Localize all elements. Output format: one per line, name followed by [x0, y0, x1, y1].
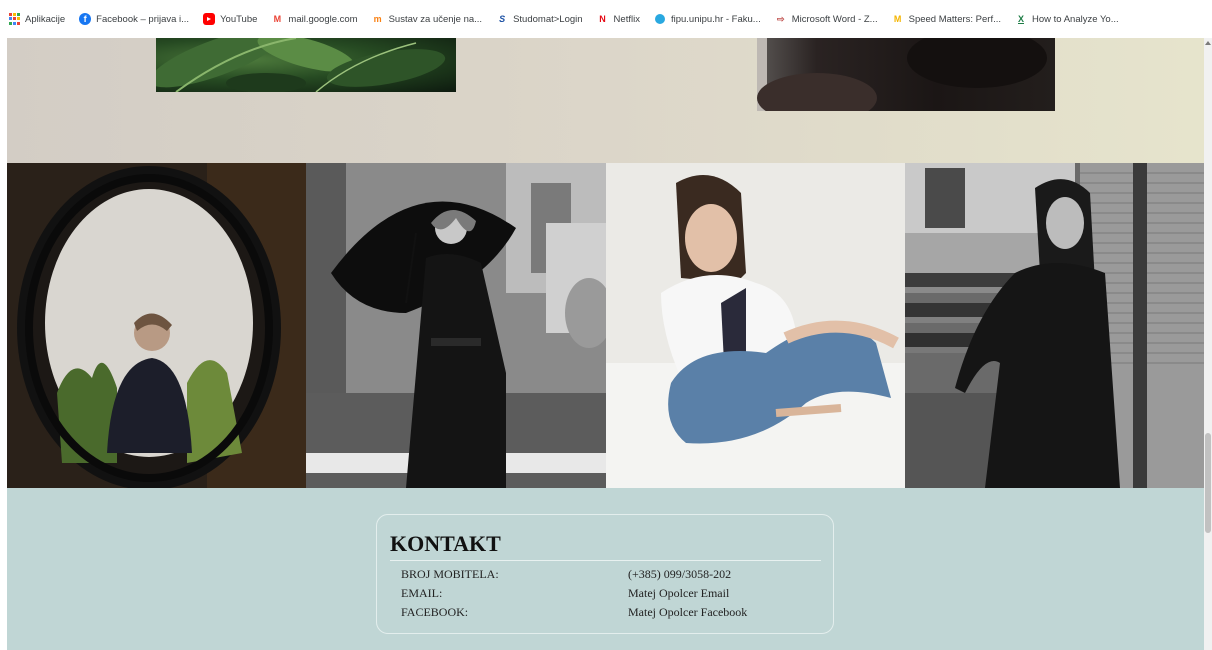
bookmark-youtube[interactable]: YouTube — [203, 13, 257, 25]
netflix-icon: N — [599, 14, 606, 24]
contact-row-email: EMAIL: Matej Opolcer Email — [390, 584, 821, 603]
speed-matters-icon: M — [893, 14, 902, 24]
bookmark-label: YouTube — [220, 13, 258, 25]
contact-section: KONTAKT BROJ MOBITELA: (+385) 099/3058-2… — [7, 488, 1204, 650]
bookmark-label: Facebook – prijava i... — [96, 13, 190, 25]
bookmark-label: mail.google.com — [288, 13, 358, 25]
bookmark-gmail[interactable]: M mail.google.com — [271, 13, 358, 25]
apps-grid-icon — [8, 13, 20, 25]
bookmark-label: Microsoft Word - Z... — [791, 13, 878, 25]
fipu-icon — [654, 13, 666, 25]
moodle-icon: m — [373, 14, 382, 24]
bookmark-label: How to Analyze Yo... — [1032, 13, 1119, 25]
youtube-icon — [203, 13, 216, 25]
vertical-scrollbar[interactable] — [1204, 38, 1212, 650]
bookmarks-bar: Aplikacije f Facebook – prijava i... You… — [0, 0, 1212, 38]
contact-label: FACEBOOK: — [401, 605, 469, 619]
scrollbar-thumb[interactable] — [1205, 433, 1211, 533]
gallery-photo-mirror[interactable] — [7, 163, 307, 488]
bookmark-facebook[interactable]: f Facebook – prijava i... — [79, 13, 189, 25]
email-link[interactable]: Matej Opolcer Email — [628, 584, 729, 603]
bookmark-label: Studomat>Login — [513, 13, 583, 25]
gallery-photo-umbrella[interactable] — [306, 163, 606, 488]
bookmark-speed-matters[interactable]: M Speed Matters: Perf... — [892, 13, 1001, 25]
contact-label: BROJ MOBITELA: — [401, 567, 499, 581]
bookmark-label: Netflix — [613, 13, 640, 25]
excel-icon: X — [1018, 14, 1025, 24]
leaf-photo — [156, 38, 456, 92]
dark-photo — [757, 38, 1055, 111]
bookmark-studomat[interactable]: S Studomat>Login — [496, 13, 582, 25]
bookmark-fipu[interactable]: fipu.unipu.hr - Faku... — [654, 13, 761, 25]
bookmark-label: fipu.unipu.hr - Faku... — [670, 13, 761, 25]
bookmark-analyze[interactable]: X How to Analyze Yo... — [1015, 13, 1119, 25]
bookmark-label: Aplikacije — [25, 13, 66, 25]
bookmark-label: Sustav za učenje na... — [388, 13, 483, 25]
gallery-photo-leather-coat[interactable] — [904, 163, 1204, 488]
page-content: KONTAKT BROJ MOBITELA: (+385) 099/3058-2… — [7, 38, 1204, 650]
facebook-icon: f — [79, 13, 92, 25]
bookmark-word[interactable]: ⇨ Microsoft Word - Z... — [775, 13, 878, 25]
word-icon: ⇨ — [776, 13, 785, 24]
scroll-up-arrow-icon[interactable] — [1205, 41, 1211, 45]
photo-gallery — [7, 163, 1204, 488]
contact-title: KONTAKT — [390, 531, 501, 556]
bookmark-apps[interactable]: Aplikacije — [8, 13, 65, 25]
contact-label: EMAIL: — [401, 586, 443, 600]
contact-card: KONTAKT BROJ MOBITELA: (+385) 099/3058-2… — [376, 514, 834, 634]
gmail-icon: M — [273, 14, 282, 24]
gallery-photo-sitting[interactable] — [605, 163, 905, 488]
bookmark-label: Speed Matters: Perf... — [908, 13, 1002, 25]
facebook-link[interactable]: Matej Opolcer Facebook — [628, 603, 747, 622]
hero-section — [7, 38, 1204, 163]
studomat-icon: S — [499, 14, 506, 24]
contact-row-facebook: FACEBOOK: Matej Opolcer Facebook — [390, 603, 821, 622]
contact-row-phone: BROJ MOBITELA: (+385) 099/3058-202 — [390, 565, 821, 584]
phone-value: (+385) 099/3058-202 — [628, 567, 732, 581]
bookmark-moodle[interactable]: m Sustav za učenje na... — [372, 13, 483, 25]
bookmark-netflix[interactable]: N Netflix — [597, 13, 640, 25]
divider — [390, 560, 821, 561]
